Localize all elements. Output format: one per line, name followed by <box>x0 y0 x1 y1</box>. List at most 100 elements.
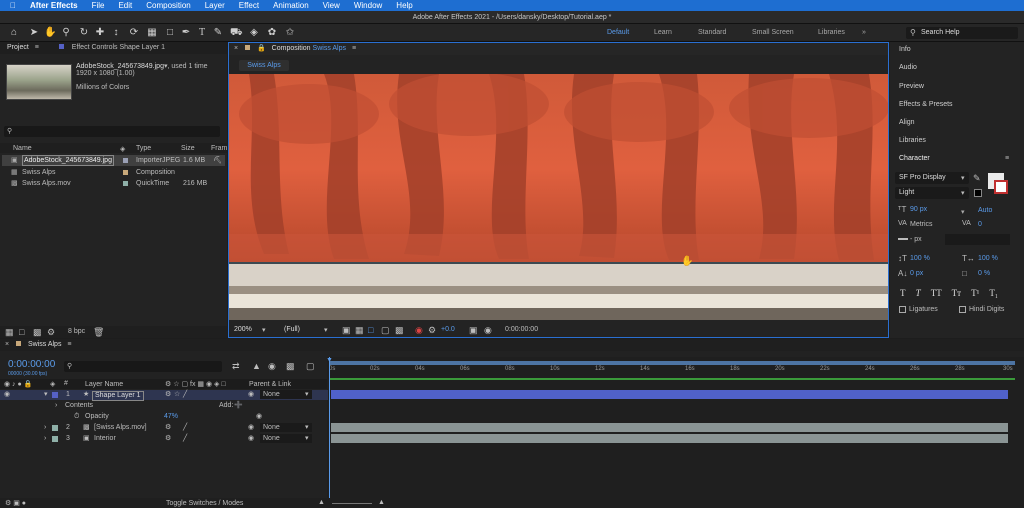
menu-file[interactable]: File <box>92 1 105 10</box>
baseline-shift-value[interactable]: 0 px <box>910 270 923 277</box>
rotate-tool-icon[interactable]: ⟳ <box>128 27 140 39</box>
eye-icon[interactable]: ◉ <box>4 390 10 400</box>
interpret-footage-icon[interactable]: ▦ <box>5 327 14 338</box>
zoom-tool-icon[interactable]: ⚲ <box>60 27 72 39</box>
layer-name[interactable]: [Swiss Alps.mov] <box>94 423 147 433</box>
close-icon[interactable]: × <box>5 341 9 348</box>
menu-animation[interactable]: Animation <box>273 1 309 10</box>
menu-view[interactable]: View <box>323 1 340 10</box>
menu-edit[interactable]: Edit <box>118 1 132 10</box>
tab-effect-controls[interactable]: Effect Controls Shape Layer 1 <box>72 44 165 51</box>
layer-switches-icons[interactable]: ⚙ ▣ ● <box>5 499 26 507</box>
eraser-tool-icon[interactable]: ◈ <box>248 27 260 39</box>
stroke-style-dropdown[interactable] <box>945 234 1010 245</box>
composition-viewer[interactable]: ✋ <box>229 74 888 320</box>
zoom-in-icon[interactable]: ▲ <box>378 499 385 506</box>
column-size[interactable]: Size <box>181 145 195 152</box>
black-swatch[interactable] <box>974 189 982 197</box>
orbit-tool-icon[interactable]: ↻ <box>78 27 90 39</box>
text-style-buttons[interactable]: T T TT Tᴛ T¹ T₁ <box>900 288 1020 298</box>
channels-icon[interactable]: ◉ <box>415 325 423 336</box>
shy-switch-icon[interactable]: ⚙ <box>165 423 171 433</box>
region-of-interest-icon[interactable]: ▢ <box>381 325 390 336</box>
workspace-learn[interactable]: Learn <box>654 29 672 36</box>
stroke-color-swatch[interactable] <box>994 180 1008 194</box>
pickwhip-icon[interactable]: ◉ <box>248 434 254 444</box>
pan-tool-icon[interactable]: ✚ <box>94 27 106 39</box>
hand-tool-icon[interactable]: ✋ <box>44 27 56 39</box>
project-search-input[interactable]: ⚲ <box>4 126 220 137</box>
exposure-value[interactable]: +0.0 <box>441 326 455 333</box>
layer-duration-bar[interactable] <box>331 423 1008 432</box>
new-folder-icon[interactable]: □ <box>19 327 24 337</box>
timeline-search-input[interactable]: ⚲ <box>64 361 222 372</box>
type-tool-icon[interactable]: T <box>196 27 208 39</box>
zoom-slider[interactable] <box>332 503 372 504</box>
workspace-small-screen[interactable]: Small Screen <box>752 29 794 36</box>
viewer-timecode[interactable]: 0:00:00:00 <box>505 326 538 333</box>
grid-guides-icon[interactable]: ▩ <box>395 325 404 336</box>
vertical-scale-value[interactable]: 100 % <box>910 255 930 262</box>
pickwhip-icon[interactable]: ◉ <box>248 390 254 400</box>
workspace-libraries[interactable]: Libraries <box>818 29 845 36</box>
color-management-icon[interactable]: ⚙ <box>428 325 436 336</box>
work-area-bar[interactable] <box>329 361 1015 365</box>
horizontal-scale-value[interactable]: 100 % <box>978 255 998 262</box>
snapshot-icon[interactable]: ▣ <box>469 325 478 336</box>
layer-name[interactable]: Interior <box>94 434 116 444</box>
quality-switch-icon[interactable]: ☆ <box>174 390 180 400</box>
draft-3d-icon[interactable]: ▲ <box>252 361 261 371</box>
tracking-value[interactable]: 0 <box>978 221 982 228</box>
menu-icon[interactable]: ≡ <box>35 44 39 51</box>
layer-duration-bar[interactable] <box>331 434 1008 443</box>
apple-icon[interactable]:  <box>10 1 16 10</box>
panel-libraries[interactable]: Libraries <box>899 137 926 144</box>
current-time[interactable]: 0:00:00:00 <box>8 359 55 370</box>
chevron-down-icon[interactable]: ▾ <box>44 390 48 400</box>
frame-blending-icon[interactable]: ▩ <box>286 361 295 372</box>
workspace-overflow-icon[interactable]: » <box>862 29 866 36</box>
playhead-handle[interactable]: ▼ <box>326 357 333 364</box>
menu-icon[interactable]: ≡ <box>352 45 356 52</box>
tsume-value[interactable]: 0 % <box>978 270 990 277</box>
add-icon[interactable]: ➕ <box>234 401 243 411</box>
menu-layer[interactable]: Layer <box>205 1 225 10</box>
menu-help[interactable]: Help <box>396 1 412 10</box>
chevron-right-icon[interactable]: › <box>44 434 46 444</box>
label-column-icon[interactable]: ◈ <box>120 145 125 153</box>
tab-project[interactable]: Project <box>7 44 29 51</box>
shy-switch-icon[interactable]: ⚙ <box>165 390 171 400</box>
lock-icon[interactable]: 🔒 <box>257 45 266 52</box>
layer-duration-bar[interactable] <box>331 390 1008 399</box>
project-item[interactable]: ▦ Swiss Alps Composition <box>0 167 227 178</box>
stroke-width-value[interactable]: - px <box>910 236 922 243</box>
pan-behind-tool-icon[interactable]: ▦ <box>146 27 158 39</box>
eyedropper-icon[interactable]: ✎ <box>973 173 981 184</box>
selection-tool-icon[interactable]: ➤ <box>28 27 40 39</box>
column-name[interactable]: Name <box>13 145 32 152</box>
leading-value[interactable]: Auto <box>978 207 992 214</box>
home-icon[interactable]: ⌂ <box>8 27 20 39</box>
composition-tab-label[interactable]: Composition <box>272 45 311 52</box>
workspace-standard[interactable]: Standard <box>698 29 726 36</box>
quality-line-icon[interactable]: ╱ <box>183 434 187 444</box>
rectangle-tool-icon[interactable]: □ <box>164 27 176 39</box>
parent-link-column[interactable]: Parent & Link <box>249 381 291 388</box>
zoom-out-icon[interactable]: ▲ <box>318 499 325 506</box>
stopwatch-icon[interactable]: ⏱ <box>74 412 79 422</box>
workspace-default[interactable]: Default <box>607 29 629 36</box>
puppet-tool-icon[interactable]: ✩ <box>284 27 296 39</box>
label-swatch[interactable] <box>52 392 58 398</box>
composition-tab-name[interactable]: Swiss Alps <box>313 45 346 52</box>
menu-icon[interactable]: ≡ <box>67 341 71 348</box>
brush-tool-icon[interactable]: ✎ <box>212 27 224 39</box>
dolly-tool-icon[interactable]: ↕ <box>110 27 122 39</box>
layer-name[interactable]: Shape Layer 1 <box>92 391 144 401</box>
resolution-dropdown[interactable]: (Full) <box>284 326 300 333</box>
label-swatch[interactable] <box>52 436 58 442</box>
chevron-right-icon[interactable]: › <box>44 423 46 433</box>
panel-audio[interactable]: Audio <box>899 64 917 71</box>
shy-switch-icon[interactable]: ⚙ <box>165 434 171 444</box>
font-style-dropdown[interactable]: Light ▾ <box>895 187 969 199</box>
hindi-digits-checkbox[interactable] <box>959 306 966 313</box>
